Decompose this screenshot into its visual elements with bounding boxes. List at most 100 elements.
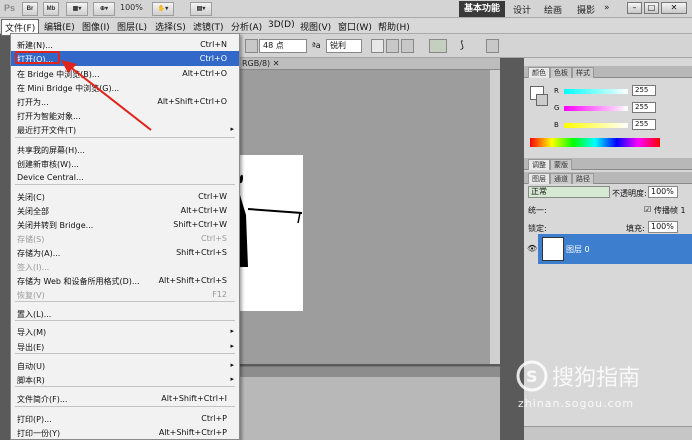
menu-item[interactable]: 共享我的屏幕(H)... — [11, 142, 239, 157]
eye-icon[interactable]: 👁 — [527, 244, 537, 253]
menu-item[interactable]: 文件简介(F)... Alt+Shift+Ctrl+I — [11, 391, 239, 406]
minimize-button[interactable]: – — [627, 2, 642, 14]
menu-item[interactable]: 创建新审核(W)... — [11, 156, 239, 171]
warp-text-icon[interactable]: ⟆ — [460, 40, 464, 51]
menu-separator — [15, 406, 235, 407]
menu-item[interactable]: 置入(L)... — [11, 306, 239, 321]
antialias-select[interactable]: 锐利 — [326, 39, 362, 53]
bridge-button[interactable]: Br — [22, 2, 38, 16]
menu-item[interactable]: 新建(N)... Ctrl+N — [11, 37, 239, 52]
menu-view[interactable]: 视图(V) — [300, 20, 331, 33]
vertical-scrollbar[interactable] — [490, 70, 500, 364]
tab-adjustments[interactable]: 调整 — [528, 159, 550, 170]
menu-item[interactable]: 导出(E) ▸ — [11, 339, 239, 354]
menu-item[interactable]: 关闭并转到 Bridge... Shift+Ctrl+W — [11, 217, 239, 232]
workspace-design[interactable]: 设计 — [513, 3, 531, 16]
menu-item[interactable]: Device Central... — [11, 170, 239, 185]
menu-image[interactable]: 图像(I) — [82, 20, 110, 33]
font-size-field[interactable]: 48 点 — [259, 39, 307, 53]
menu-item-shortcut: Ctrl+N — [200, 40, 227, 49]
workspace-painting[interactable]: 绘画 — [544, 3, 562, 16]
blend-mode-select[interactable]: 正常 — [528, 186, 610, 198]
tab-masks[interactable]: 蒙版 — [550, 159, 572, 170]
lock-label: 锁定: — [528, 224, 547, 233]
close-window-button[interactable]: ✕ — [661, 2, 687, 14]
character-panel-icon[interactable] — [486, 39, 499, 53]
watermark-url: zhinan.sogou.com — [518, 397, 635, 410]
adjustments-panel-tabs: 调整 蒙版 — [524, 158, 692, 170]
menu-item[interactable]: 签入(I)... — [11, 259, 239, 274]
color-spectrum-bar[interactable] — [530, 138, 660, 147]
tab-color[interactable]: 颜色 — [528, 67, 550, 78]
document-area: RGB/8) ✕ — [240, 58, 500, 364]
menu-item-shortcut: Ctrl+O — [199, 54, 227, 63]
maximize-button[interactable]: □ — [644, 2, 659, 14]
menu-help[interactable]: 帮助(H) — [378, 20, 410, 33]
opacity-field[interactable]: 100% — [648, 186, 678, 198]
menu-item[interactable]: 打印(P)... Ctrl+P — [11, 411, 239, 426]
more-workspaces-button[interactable]: » — [604, 3, 610, 13]
document-canvas[interactable] — [240, 155, 303, 311]
checkbox-icon[interactable]: ☑ — [644, 205, 651, 214]
menu-item[interactable]: 脚本(R) ▸ — [11, 372, 239, 387]
blue-value[interactable]: 255 — [632, 119, 656, 130]
menu-item[interactable]: 关闭全部 Alt+Ctrl+W — [11, 203, 239, 218]
mini-bridge-button[interactable]: Mb — [43, 2, 59, 16]
menu-item[interactable]: 导入(M) ▸ — [11, 324, 239, 339]
arrange-documents-icon[interactable]: ▤▾ — [190, 2, 212, 16]
layer-name: 图层 0 — [566, 245, 590, 254]
menu-window[interactable]: 窗口(W) — [338, 20, 372, 33]
timeline-panel — [240, 366, 500, 440]
green-slider[interactable] — [564, 106, 628, 111]
red-value[interactable]: 255 — [632, 85, 656, 96]
channel-g-label: G — [554, 104, 560, 112]
menu-item[interactable]: 存储为(A)... Shift+Ctrl+S — [11, 245, 239, 260]
layer-row[interactable]: 图层 0 — [538, 234, 692, 264]
menu-item-shortcut: Ctrl+S — [200, 234, 227, 243]
green-value[interactable]: 255 — [632, 102, 656, 113]
propagate-frame-label: 传播帧 1 — [654, 206, 686, 215]
workspace-basic[interactable]: 基本功能 — [459, 1, 505, 17]
blue-slider[interactable] — [564, 123, 628, 128]
color-panel-tabs: 颜色 色板 样式 — [524, 66, 692, 78]
align-center-icon[interactable] — [386, 39, 399, 53]
menu-3d[interactable]: 3D(D) — [268, 20, 295, 30]
background-swatch[interactable] — [536, 94, 548, 106]
tab-channels[interactable]: 通道 — [550, 173, 572, 184]
tab-layers[interactable]: 图层 — [528, 173, 550, 184]
workspace-photography[interactable]: 摄影 — [577, 3, 595, 16]
channel-b-label: B — [554, 121, 559, 129]
watermark-brand: 搜狗指南 — [552, 366, 640, 391]
menu-select[interactable]: 选择(S) — [155, 20, 186, 33]
menu-item[interactable]: 自动(U) ▸ — [11, 358, 239, 373]
view-extras-icon[interactable]: ▦▾ — [66, 2, 88, 16]
menu-layer[interactable]: 图层(L) — [117, 20, 147, 33]
tab-paths[interactable]: 路径 — [572, 173, 594, 184]
zoom-level[interactable]: 100% — [120, 3, 143, 12]
menu-filter[interactable]: 滤镜(T) — [193, 20, 224, 33]
file-menu-dropdown: 新建(N)... Ctrl+N 打开(O)... Ctrl+O 在 Bridge 中浏览… — [10, 33, 240, 440]
menu-item[interactable]: 关闭(C) Ctrl+W — [11, 189, 239, 204]
menu-item[interactable]: 存储(S) Ctrl+S — [11, 231, 239, 246]
document-tab[interactable]: RGB/8) ✕ — [240, 58, 500, 70]
zoom-tool-icon[interactable]: ⊕▾ — [93, 2, 115, 16]
text-color-swatch[interactable] — [429, 39, 447, 53]
align-left-icon[interactable] — [371, 39, 384, 53]
menu-item[interactable]: 打印一份(Y) Alt+Shift+Ctrl+P — [11, 425, 239, 440]
menu-item[interactable]: 恢复(V) F12 — [11, 287, 239, 302]
menu-item[interactable]: 存储为 Web 和设备所用格式(D)... Alt+Shift+Ctrl+S — [11, 273, 239, 288]
align-right-icon[interactable] — [401, 39, 414, 53]
menu-edit[interactable]: 编辑(E) — [44, 20, 75, 33]
menu-analysis[interactable]: 分析(A) — [231, 20, 262, 33]
menu-item-label: Device Central... — [17, 173, 84, 182]
tab-swatches[interactable]: 色板 — [550, 67, 572, 78]
menu-item-label: 脚本(R) — [17, 376, 45, 385]
menu-item-shortcut: Alt+Shift+Ctrl+P — [158, 428, 227, 437]
menu-item-label: 新建(N)... — [17, 41, 53, 50]
tab-styles[interactable]: 样式 — [572, 67, 594, 78]
annotation-arrow-icon — [61, 60, 152, 131]
fill-field[interactable]: 100% — [648, 221, 678, 233]
menu-separator — [15, 386, 235, 387]
red-slider[interactable] — [564, 89, 628, 94]
hand-tool-icon[interactable]: ✋▾ — [152, 2, 174, 16]
